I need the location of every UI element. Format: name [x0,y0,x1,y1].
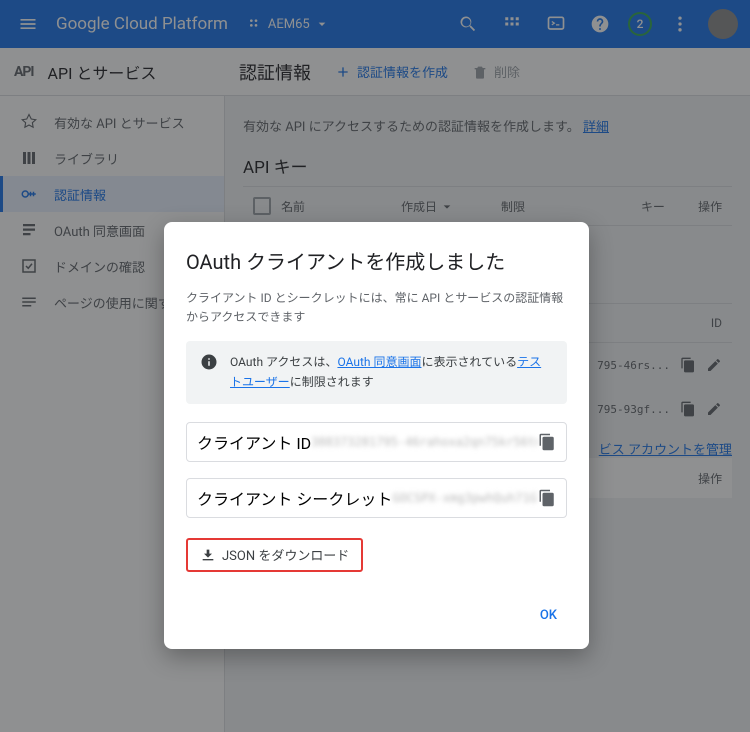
copy-icon[interactable] [538,489,556,507]
download-icon [200,547,216,563]
info-icon [200,353,218,371]
client-secret-field: クライアント シークレット GOCSPX-xmg3pwhQuh71GTFndOH… [186,478,567,518]
download-json-button[interactable]: JSON をダウンロード [186,538,363,572]
dialog-subtitle: クライアント ID とシークレットには、常に API とサービスの認証情報からア… [186,289,567,327]
client-id-field: クライアント ID 388373281795-46rahoxa2qn75kr56… [186,422,567,462]
copy-icon[interactable] [538,433,556,451]
info-banner: OAuth アクセスは、OAuth 同意画面に表示されているテストユーザーに制限… [186,341,567,403]
client-id-label: クライアント ID [197,430,311,454]
dialog-title: OAuth クライアントを作成しました [186,246,567,275]
oauth-created-dialog: OAuth クライアントを作成しました クライアント ID とシークレットには、… [164,222,589,649]
client-id-value: 388373281795-46rahoxa2qn75kr56tnq1n58jud… [311,435,538,449]
ok-button[interactable]: OK [530,600,567,631]
consent-screen-link[interactable]: OAuth 同意画面 [337,355,421,369]
client-secret-label: クライアント シークレット [197,486,392,510]
client-secret-value: GOCSPX-xmg3pwhQuh71GTFndOHoUt3238 [392,491,538,505]
